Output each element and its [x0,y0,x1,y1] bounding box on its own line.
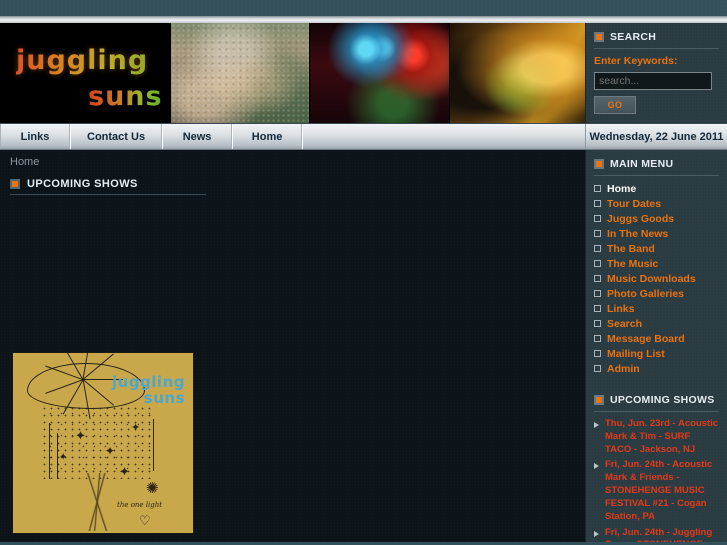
banner-photo-blue-red-stage [309,23,449,123]
sidebar-item-label: Music Downloads [607,272,696,285]
body-wrapper: Home UPCOMING SHOWS ✦ ✦ ✦ ✦ ✦ ✺ juggling… [0,150,727,542]
orange-square-icon [594,32,604,42]
right-sidebar: MAIN MENU Home Tour Dates Juggs Goods In… [585,150,727,542]
album-poster-image[interactable]: ✦ ✦ ✦ ✦ ✦ ✺ juggling suns the one light … [12,352,194,534]
main-module-header: UPCOMING SHOWS [10,178,206,195]
sidebar-item-music-downloads[interactable]: Music Downloads [594,271,719,286]
orange-square-icon [594,395,604,405]
current-date-display: Wednesday, 22 June 2011 [585,124,727,149]
nav-spacer [302,124,585,149]
checkbox-icon [594,305,601,312]
search-label: Enter Keywords: [594,55,678,67]
sidebar-item-the-music[interactable]: The Music [594,256,719,271]
sidebar-item-label: The Band [607,242,655,255]
main-menu-title: MAIN MENU [610,158,674,170]
search-panel-header: SEARCH [594,31,719,49]
sidebar-item-juggs-goods[interactable]: Juggs Goods [594,211,719,226]
main-menu-header: MAIN MENU [594,158,719,176]
checkbox-icon [594,365,601,372]
poster-logo: juggling suns [112,374,185,407]
banner-photo-guitarist [448,23,588,123]
show-entry-text: Fri, Jun. 24th - Acoustic Mark & Friends… [605,459,713,522]
list-item[interactable]: Thu, Jun. 23rd - Acoustic Mark & Tim - S… [594,418,719,456]
main-module-title: UPCOMING SHOWS [27,178,138,190]
arrow-right-icon [594,422,600,428]
sidebar-item-in-the-news[interactable]: In The News [594,226,719,241]
poster-caption: the one light [117,501,163,509]
poster-logo-line2: suns [143,388,185,407]
sidebar-item-label: In The News [607,227,669,240]
sidebar-item-home[interactable]: Home [594,181,719,196]
breadcrumb: Home [10,156,40,168]
sidebar-item-photo-galleries[interactable]: Photo Galleries [594,286,719,301]
checkbox-icon [594,230,601,237]
silver-divider-bar [0,16,727,23]
sidebar-item-label: Message Board [607,332,685,345]
top-decorative-strip [0,0,727,16]
main-menu-module: MAIN MENU Home Tour Dates Juggs Goods In… [586,150,727,376]
checkbox-icon [594,260,601,267]
sidebar-item-label: Links [607,302,635,315]
search-panel: SEARCH Enter Keywords: GO [585,23,727,123]
site-header-banner: juggling suns SEARCH Enter Keywords: GO [0,23,727,124]
banner-photo-festival-crowd [170,23,310,123]
main-menu-list: Home Tour Dates Juggs Goods In The News [594,181,719,376]
heart-icon: ♡ [139,513,151,528]
sidebar-item-label: Home [607,182,637,195]
search-panel-title: SEARCH [610,31,657,43]
nav-item-news[interactable]: News [162,124,233,149]
logo-text-line1: juggling [16,45,149,76]
sidebar-item-label: Juggs Goods [607,212,675,225]
nav-item-contact-us[interactable]: Contact Us [70,124,163,149]
sidebar-item-admin[interactable]: Admin [594,361,719,376]
arrow-right-icon [594,463,600,470]
checkbox-icon [594,335,601,342]
search-go-button[interactable]: GO [594,96,636,114]
upcoming-shows-module: UPCOMING SHOWS Thu, Jun. 23rd - Acoustic… [586,386,727,542]
sidebar-item-label: Tour Dates [607,197,662,210]
list-item[interactable]: Fri, Jun. 24th - Acoustic Mark & Friends… [594,459,719,523]
orange-square-icon [594,159,604,169]
upcoming-shows-title: UPCOMING SHOWS [610,394,715,406]
upcoming-shows-header: UPCOMING SHOWS [594,394,719,412]
checkbox-icon [594,185,601,192]
logo-text-line2: suns [88,81,163,112]
checkbox-icon [594,200,601,207]
sidebar-item-tour-dates[interactable]: Tour Dates [594,196,719,211]
sidebar-item-links[interactable]: Links [594,301,719,316]
sidebar-item-label: Mailing List [607,347,665,360]
arrow-right-icon [594,530,600,537]
show-entry-text: Fri, Jun. 24th - Juggling Suns - STONEHE… [605,526,713,543]
site-logo[interactable]: juggling suns [0,23,170,123]
sidebar-item-mailing-list[interactable]: Mailing List [594,346,719,361]
orange-square-icon [10,179,20,189]
page-root: juggling suns SEARCH Enter Keywords: GO … [0,0,727,545]
sidebar-item-label: Photo Galleries [607,287,685,300]
sidebar-item-the-band[interactable]: The Band [594,241,719,256]
checkbox-icon [594,290,601,297]
main-navigation-bar: Links Contact Us News Home Wednesday, 22… [0,124,727,150]
sidebar-item-label: Search [607,317,643,330]
checkbox-icon [594,215,601,222]
search-input[interactable] [594,72,712,90]
sidebar-item-search[interactable]: Search [594,316,719,331]
sidebar-item-label: The Music [607,257,659,270]
list-item[interactable]: Fri, Jun. 24th - Juggling Suns - STONEHE… [594,526,719,543]
checkbox-icon [594,245,601,252]
nav-item-links[interactable]: Links [0,124,70,149]
show-entry-text: Thu, Jun. 23rd - Acoustic Mark & Tim - S… [605,418,719,455]
sidebar-item-message-board[interactable]: Message Board [594,331,719,346]
checkbox-icon [594,350,601,357]
checkbox-icon [594,275,601,282]
upcoming-shows-list: Thu, Jun. 23rd - Acoustic Mark & Tim - S… [594,418,719,542]
nav-item-home[interactable]: Home [232,124,303,149]
sidebar-item-label: Admin [607,362,640,375]
checkbox-icon [594,320,601,327]
main-content-column: Home UPCOMING SHOWS ✦ ✦ ✦ ✦ ✦ ✺ juggling… [0,150,585,542]
